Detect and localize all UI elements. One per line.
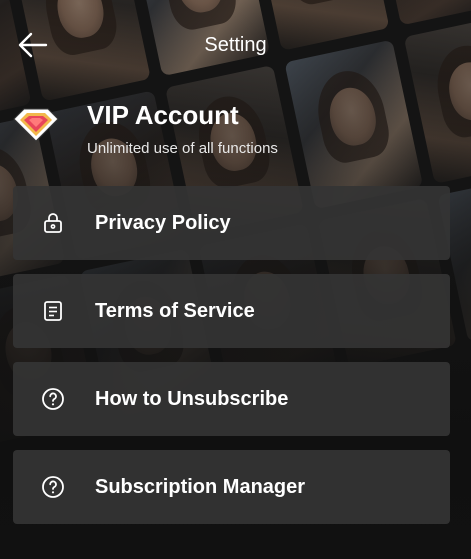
menu-item-terms-of-service[interactable]: Terms of Service: [13, 274, 450, 348]
vip-account-banner: VIP Account Unlimited use of all functio…: [12, 100, 452, 164]
menu-item-how-to-unsubscribe[interactable]: How to Unsubscribe: [13, 362, 450, 436]
lock-icon: [44, 213, 62, 233]
app-header: Setting: [0, 26, 471, 66]
settings-screen: Setting VIP Account Unlimited use of all…: [0, 0, 471, 559]
document-icon: [44, 301, 62, 321]
help-circle-icon: [42, 476, 64, 498]
menu-item-privacy-policy[interactable]: Privacy Policy: [13, 186, 450, 260]
menu-item-label: How to Unsubscribe: [95, 388, 289, 410]
help-circle-icon: [42, 388, 64, 410]
page-title: Setting: [204, 34, 267, 56]
settings-menu: Privacy Policy Terms of Service How to U…: [13, 186, 450, 538]
menu-item-subscription-manager[interactable]: Subscription Manager: [13, 450, 450, 524]
vip-subtitle: Unlimited use of all functions: [87, 140, 278, 157]
menu-item-label: Subscription Manager: [95, 476, 306, 498]
menu-item-label: Terms of Service: [95, 300, 255, 322]
vip-title: VIP Account: [87, 100, 239, 130]
diamond-icon: [12, 106, 60, 144]
menu-item-label: Privacy Policy: [95, 212, 231, 234]
